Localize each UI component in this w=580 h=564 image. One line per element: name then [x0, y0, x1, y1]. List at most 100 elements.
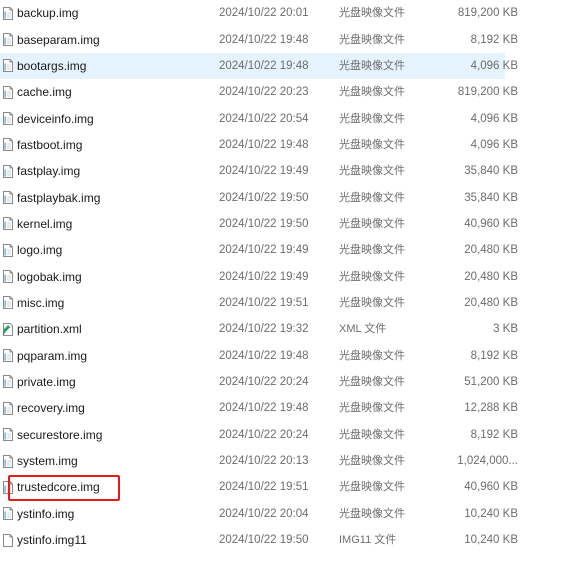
file-row[interactable]: cache.img 2024/10/22 20:23 光盘映像文件 819,200 K… — [0, 79, 580, 105]
file-size: 4,096 KB — [470, 138, 518, 151]
file-type: 光盘映像文件 — [339, 112, 405, 125]
file-date-modified: 2024/10/22 19:48 — [219, 402, 309, 415]
file-size: 819,200 KB — [457, 7, 518, 20]
file-row[interactable]: backup.img 2024/10/22 20:01 光盘映像文件 819,200 … — [0, 0, 580, 26]
file-size: 20,480 KB — [464, 296, 518, 309]
file-size: 8,192 KB — [470, 33, 518, 46]
file-row[interactable]: ystinfo.img 2024/10/22 20:04 光盘映像文件 10,240 … — [0, 501, 580, 527]
file-size: 40,960 KB — [464, 217, 518, 230]
file-name: ystinfo.img11 — [17, 533, 87, 548]
file-date-modified: 2024/10/22 20:24 — [219, 428, 309, 441]
file-row[interactable]: kernel.img 2024/10/22 19:50 光盘映像文件 40,960 K… — [0, 211, 580, 237]
disk-image-file-icon — [2, 295, 14, 310]
file-row[interactable]: fastplay.img 2024/10/22 19:49 光盘映像文件 35,840… — [0, 158, 580, 184]
file-row[interactable]: logo.img 2024/10/22 19:49 光盘映像文件 20,480 KB — [0, 237, 580, 263]
file-type: 光盘映像文件 — [339, 59, 405, 72]
disk-image-file-icon — [2, 269, 14, 284]
file-type: 光盘映像文件 — [339, 7, 405, 20]
file-row[interactable]: bootargs.img 2024/10/22 19:48 光盘映像文件 4,096 … — [0, 52, 580, 80]
file-type: 光盘映像文件 — [339, 402, 405, 415]
file-name: bootargs.img — [17, 58, 87, 73]
disk-image-file-icon — [2, 32, 14, 47]
disk-image-file-icon — [2, 401, 14, 416]
file-type: 光盘映像文件 — [339, 217, 405, 230]
file-name: fastplaybak.img — [17, 190, 101, 205]
file-row[interactable]: recovery.img 2024/10/22 19:48 光盘映像文件 12,288… — [0, 395, 580, 421]
file-date-modified: 2024/10/22 19:50 — [219, 191, 309, 204]
disk-image-file-icon — [2, 454, 14, 469]
file-size: 35,840 KB — [464, 191, 518, 204]
disk-image-file-icon — [2, 58, 14, 73]
file-row[interactable]: securestore.img 2024/10/22 20:24 光盘映像文件 8,1… — [0, 422, 580, 448]
file-name: baseparam.img — [17, 32, 100, 47]
file-size: 40,960 KB — [464, 481, 518, 494]
file-size: 10,240 KB — [464, 534, 518, 547]
file-row[interactable]: trustedcore.img 2024/10/22 19:51 光盘映像文件 40,… — [0, 474, 580, 500]
file-type: 光盘映像文件 — [339, 296, 405, 309]
file-list: backup.img 2024/10/22 20:01 光盘映像文件 819,200 … — [0, 0, 580, 564]
file-name: logobak.img — [17, 269, 82, 284]
file-date-modified: 2024/10/22 19:48 — [219, 349, 309, 362]
file-date-modified: 2024/10/22 19:50 — [219, 217, 309, 230]
file-date-modified: 2024/10/22 19:51 — [219, 481, 309, 494]
file-size: 8,192 KB — [470, 349, 518, 362]
file-name: private.img — [17, 374, 76, 389]
file-type: 光盘映像文件 — [339, 33, 405, 46]
file-row[interactable]: system.img 2024/10/22 20:13 光盘映像文件 1,024,00… — [0, 448, 580, 474]
file-size: 3 KB — [493, 323, 518, 336]
file-date-modified: 2024/10/22 19:48 — [219, 59, 309, 72]
file-name: cache.img — [17, 85, 72, 100]
file-row[interactable]: misc.img 2024/10/22 19:51 光盘映像文件 20,480 KB — [0, 290, 580, 316]
file-row[interactable]: partition.xml 2024/10/22 19:32 XML 文件 3 KB — [0, 316, 580, 342]
file-type: 光盘映像文件 — [339, 191, 405, 204]
file-type: IMG11 文件 — [339, 534, 397, 547]
file-type: 光盘映像文件 — [339, 507, 405, 520]
file-date-modified: 2024/10/22 20:13 — [219, 455, 309, 468]
disk-image-file-icon — [2, 243, 14, 258]
file-type: 光盘映像文件 — [339, 86, 405, 99]
disk-image-file-icon — [2, 190, 14, 205]
file-date-modified: 2024/10/22 19:48 — [219, 33, 309, 46]
file-size: 51,200 KB — [464, 375, 518, 388]
file-name: pqparam.img — [17, 348, 88, 363]
file-size: 20,480 KB — [464, 270, 518, 283]
file-row[interactable]: pqparam.img 2024/10/22 19:48 光盘映像文件 8,192 K… — [0, 342, 580, 368]
disk-image-file-icon — [2, 111, 14, 126]
disk-image-file-icon — [2, 348, 14, 363]
file-date-modified: 2024/10/22 19:49 — [219, 165, 309, 178]
file-name: misc.img — [17, 295, 65, 310]
file-date-modified: 2024/10/22 19:49 — [219, 244, 309, 257]
file-row[interactable]: deviceinfo.img 2024/10/22 20:54 光盘映像文件 4,09… — [0, 105, 580, 131]
file-type: XML 文件 — [339, 323, 387, 336]
file-date-modified: 2024/10/22 20:23 — [219, 86, 309, 99]
disk-image-file-icon — [2, 374, 14, 389]
file-size: 4,096 KB — [470, 112, 518, 125]
file-size: 35,840 KB — [464, 165, 518, 178]
file-date-modified: 2024/10/22 19:49 — [219, 270, 309, 283]
file-row[interactable]: private.img 2024/10/22 20:24 光盘映像文件 51,200 … — [0, 369, 580, 395]
file-name: backup.img — [17, 6, 79, 21]
disk-image-file-icon — [2, 506, 14, 521]
file-size: 10,240 KB — [464, 507, 518, 520]
xml-file-icon — [2, 322, 14, 337]
file-row[interactable]: logobak.img 2024/10/22 19:49 光盘映像文件 20,480 … — [0, 263, 580, 289]
file-date-modified: 2024/10/22 20:54 — [219, 112, 309, 125]
disk-image-file-icon — [2, 6, 14, 21]
file-type: 光盘映像文件 — [339, 138, 405, 151]
disk-image-file-icon — [2, 427, 14, 442]
file-date-modified: 2024/10/22 19:51 — [219, 296, 309, 309]
file-row[interactable]: fastplaybak.img 2024/10/22 19:50 光盘映像文件 35,… — [0, 184, 580, 210]
file-size: 12,288 KB — [464, 402, 518, 415]
file-date-modified: 2024/10/22 20:24 — [219, 375, 309, 388]
file-row[interactable]: ystinfo.img11 2024/10/22 19:50 IMG11 文件 10,… — [0, 527, 580, 553]
file-row[interactable]: fastboot.img 2024/10/22 19:48 光盘映像文件 4,096 … — [0, 132, 580, 158]
file-name: system.img — [17, 454, 78, 469]
file-row[interactable]: baseparam.img 2024/10/22 19:48 光盘映像文件 8,192… — [0, 26, 580, 52]
disk-image-file-icon — [2, 216, 14, 231]
file-name: logo.img — [17, 243, 63, 258]
file-size: 819,200 KB — [457, 86, 518, 99]
file-date-modified: 2024/10/22 19:50 — [219, 534, 309, 547]
file-name: ystinfo.img — [17, 506, 75, 521]
file-type: 光盘映像文件 — [339, 165, 405, 178]
file-size: 4,096 KB — [470, 59, 518, 72]
